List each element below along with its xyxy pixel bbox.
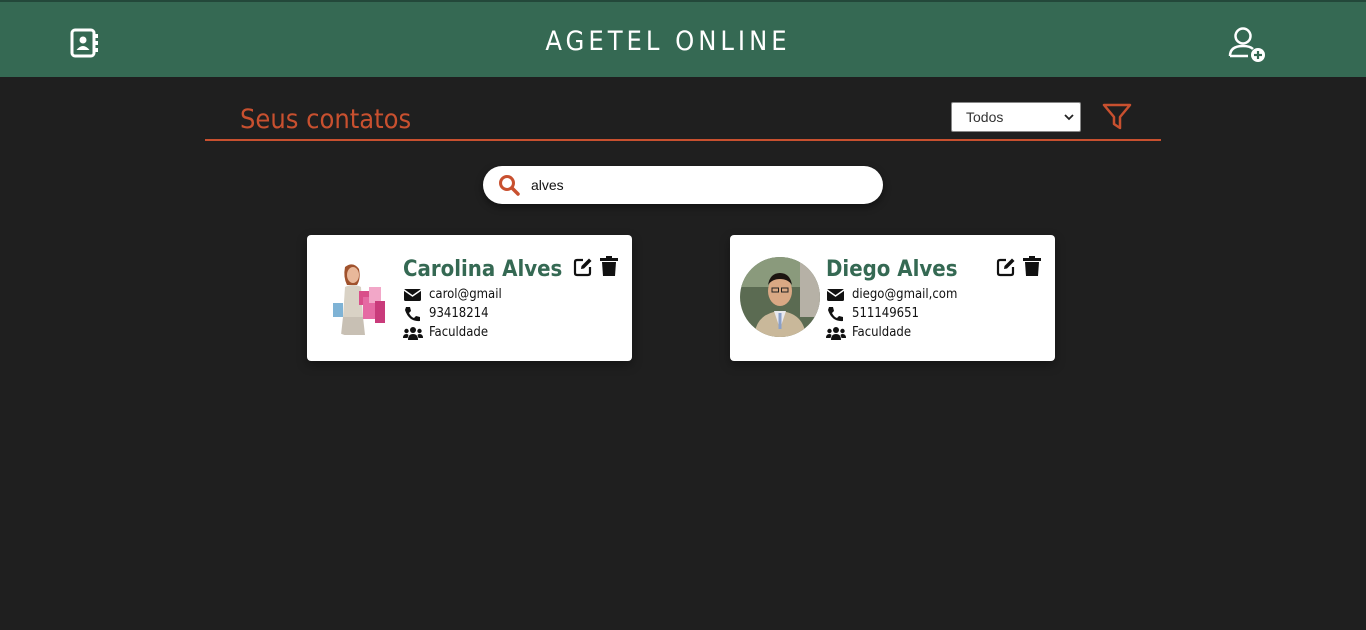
- edit-icon[interactable]: [573, 257, 593, 277]
- contact-name: Diego Alves: [826, 257, 958, 282]
- edit-icon[interactable]: [996, 257, 1016, 277]
- contact-group: Faculdade: [852, 325, 912, 340]
- contact-card: Carolina Alves carol@gmail 93418214 Facu…: [307, 235, 632, 361]
- avatar: [740, 257, 820, 337]
- filter-icon[interactable]: [1102, 103, 1132, 131]
- group-filter-select[interactable]: Todos: [951, 102, 1081, 132]
- top-navbar: AGETEL ONLINE: [0, 0, 1366, 77]
- contact-phone: 511149651: [852, 306, 919, 321]
- contacts-header: Seus contatos Todos: [205, 98, 1161, 141]
- chevron-down-icon: [1064, 114, 1074, 121]
- app-title: AGETEL ONLINE: [545, 26, 791, 57]
- user-plus-icon[interactable]: [1228, 26, 1268, 64]
- users-icon: [403, 327, 423, 340]
- phone-icon: [828, 307, 843, 322]
- avatar: [317, 257, 397, 337]
- contact-card: Diego Alves diego@gmail,com 511149651 Fa…: [730, 235, 1055, 361]
- envelope-icon: [826, 289, 845, 301]
- page-title: Seus contatos: [240, 104, 412, 135]
- search-input[interactable]: [531, 175, 861, 195]
- phone-icon: [405, 307, 420, 322]
- search-bar: [483, 166, 883, 204]
- group-filter-value: Todos: [966, 109, 1004, 125]
- trash-icon[interactable]: [600, 256, 618, 277]
- envelope-icon: [403, 289, 422, 301]
- contact-email: carol@gmail: [429, 287, 502, 302]
- contact-email: diego@gmail,com: [852, 287, 958, 302]
- users-icon: [826, 327, 846, 340]
- trash-icon[interactable]: [1023, 256, 1041, 277]
- contact-phone: 93418214: [429, 306, 489, 321]
- search-icon: [499, 175, 520, 196]
- contact-name: Carolina Alves: [403, 257, 563, 282]
- contact-group: Faculdade: [429, 325, 489, 340]
